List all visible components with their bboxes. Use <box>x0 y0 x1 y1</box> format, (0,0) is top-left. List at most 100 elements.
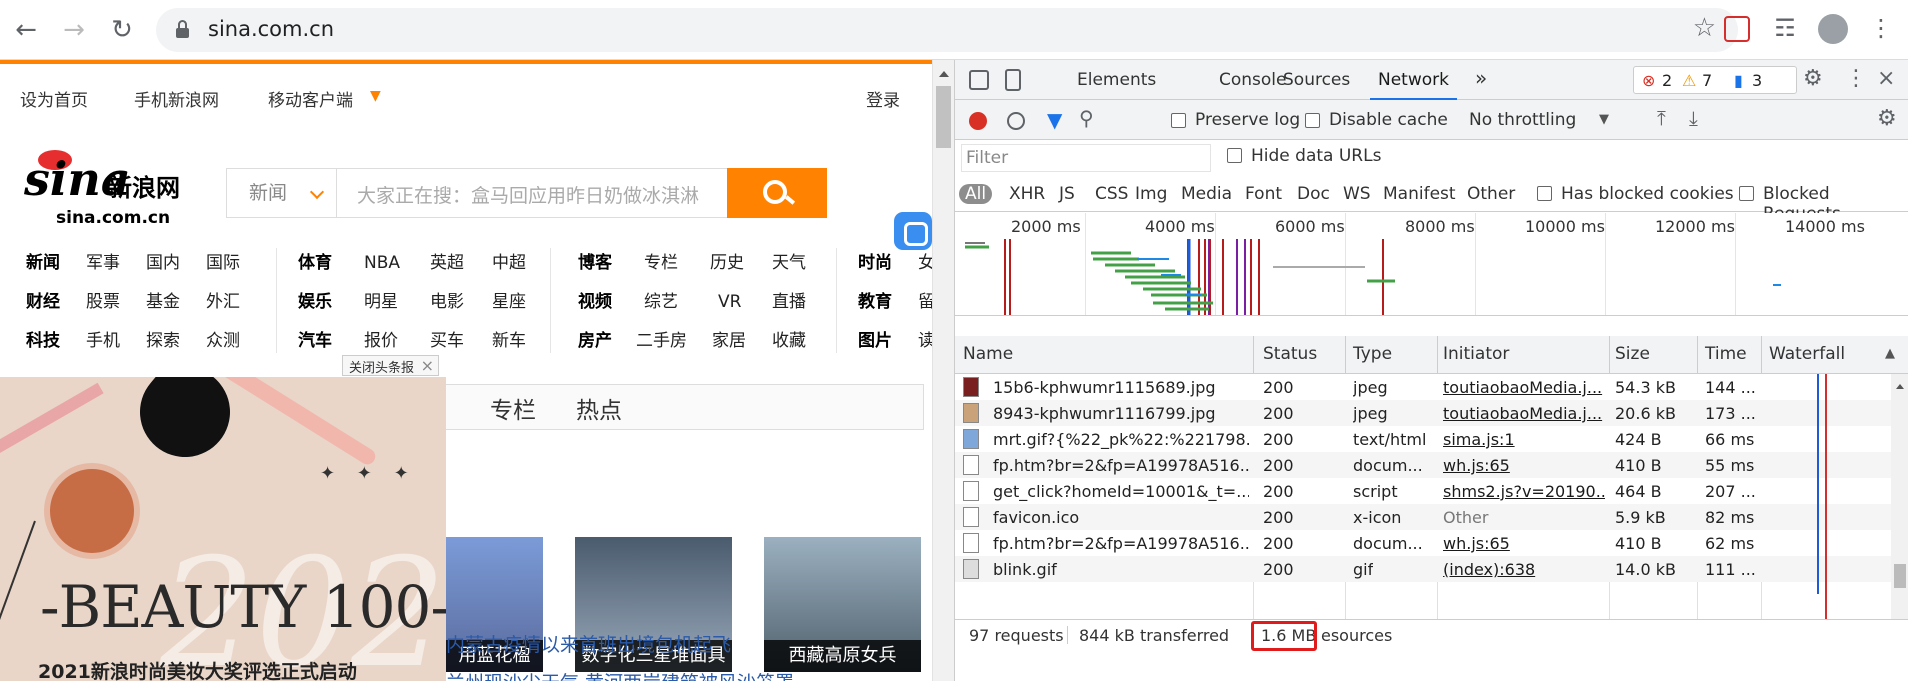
scrollbar-thumb[interactable] <box>1894 564 1906 588</box>
tab-elements[interactable]: Elements <box>1077 70 1156 90</box>
sina-logo[interactable]: sina 新浪网 sina.com.cn <box>24 150 196 232</box>
tab-console[interactable]: Console <box>1219 70 1287 90</box>
col-size[interactable]: Size <box>1615 344 1650 364</box>
network-overview[interactable]: 2000 ms 4000 ms 6000 ms 8000 ms 10000 ms… <box>955 213 1908 316</box>
import-har-icon[interactable]: ⤒ <box>1657 106 1666 130</box>
cat-link[interactable]: VR <box>718 283 741 322</box>
filter-type-css[interactable]: CSS <box>1095 184 1128 204</box>
cat-link[interactable]: 新闻 <box>26 244 60 283</box>
search-icon[interactable]: ⚲ <box>1079 106 1094 130</box>
cat-link[interactable]: 星座 <box>492 283 526 322</box>
cat-link[interactable]: 国际 <box>206 244 240 283</box>
filter-type-ws[interactable]: WS <box>1343 184 1371 204</box>
settings-gear-icon[interactable]: ⚙ <box>1803 66 1823 91</box>
hide-data-urls-checkbox[interactable] <box>1227 148 1242 163</box>
waterfall-column[interactable] <box>1761 374 1891 619</box>
page-scrollbar[interactable] <box>932 60 954 681</box>
close-icon[interactable]: × <box>1877 66 1895 91</box>
close-icon[interactable]: × <box>421 356 434 375</box>
cat-link[interactable]: 电影 <box>430 283 464 322</box>
cat-link[interactable]: 股票 <box>86 283 120 322</box>
cat-link[interactable]: 国内 <box>146 244 180 283</box>
cat-link[interactable]: 基金 <box>146 283 180 322</box>
cat-link[interactable]: 综艺 <box>644 283 678 322</box>
cat-link[interactable]: 房产 <box>578 322 612 361</box>
cat-link[interactable]: 娱乐 <box>298 283 332 322</box>
table-scrollbar[interactable] <box>1891 374 1908 619</box>
puzzle-icon[interactable]: ☶ <box>1770 14 1800 44</box>
col-waterfall[interactable]: Waterfall <box>1769 344 1845 364</box>
search-button[interactable] <box>727 168 827 218</box>
close-ad-button[interactable]: 关闭头条报 × <box>342 355 440 376</box>
filter-type-js[interactable]: JS <box>1059 184 1075 204</box>
cat-link[interactable]: 博客 <box>578 244 612 283</box>
cat-link[interactable]: 手机 <box>86 322 120 361</box>
search-category-select[interactable]: 新闻 <box>227 169 337 217</box>
scroll-up-icon[interactable] <box>939 66 949 77</box>
cat-link[interactable]: 军事 <box>86 244 120 283</box>
cat-link[interactable]: NBA <box>364 244 400 283</box>
clear-icon[interactable] <box>1007 112 1025 130</box>
more-tabs-icon[interactable]: » <box>1475 66 1487 90</box>
forward-icon[interactable]: → <box>56 12 92 48</box>
cat-link[interactable]: 探索 <box>146 322 180 361</box>
cat-link[interactable]: 众测 <box>206 322 240 361</box>
col-type[interactable]: Type <box>1353 344 1392 364</box>
blocked-cookies-checkbox[interactable] <box>1537 186 1552 201</box>
cat-link[interactable]: 家居 <box>712 322 746 361</box>
network-settings-icon[interactable]: ⚙ <box>1877 106 1897 131</box>
throttling-select[interactable]: No throttling <box>1469 110 1576 130</box>
news-link[interactable]: 内蒙古疫情以来首班出境包机起飞 <box>446 630 731 657</box>
menu-dots-icon[interactable]: ⋮ <box>1866 14 1896 44</box>
cat-link[interactable]: 明星 <box>364 283 398 322</box>
ad-banner[interactable]: ✦ ✦ ✦ 2021 -BEAUTY 100- 2021新浪时尚美妆大奖评选正式… <box>0 377 446 681</box>
record-icon[interactable] <box>969 112 987 130</box>
filter-type-doc[interactable]: Doc <box>1297 184 1330 204</box>
preserve-log-checkbox[interactable] <box>1171 113 1186 128</box>
back-icon[interactable]: ← <box>8 12 44 48</box>
cat-link[interactable]: 视频 <box>578 283 612 322</box>
avatar[interactable] <box>1818 14 1848 44</box>
cat-link[interactable]: 英超 <box>430 244 464 283</box>
col-name[interactable]: Name <box>963 344 1013 364</box>
issues-badge[interactable]: ⊗ 2 ⚠ 7 ▮ 3 <box>1633 66 1797 94</box>
cat-link[interactable]: 二手房 <box>636 322 687 361</box>
chevron-down-icon[interactable]: ▼ <box>1599 112 1609 127</box>
scrollbar-thumb[interactable] <box>936 86 951 148</box>
tab-network[interactable]: Network <box>1370 70 1457 100</box>
filter-type-all[interactable]: All <box>959 184 993 204</box>
cat-link[interactable]: 汽车 <box>298 322 332 361</box>
nav-mobile-client[interactable]: 移动客户端 <box>268 86 353 111</box>
cat-link[interactable]: 直播 <box>772 283 806 322</box>
cat-link[interactable]: 中超 <box>492 244 526 283</box>
nav-mobile-sina[interactable]: 手机新浪网 <box>134 86 219 111</box>
news-thumb[interactable]: 西藏高原女兵 <box>764 537 921 672</box>
cat-link[interactable]: 收藏 <box>772 322 806 361</box>
news-link[interactable]: 兰州现沙尘天气 黄河两岸建筑被风沙笼罩 <box>446 668 794 681</box>
filter-funnel-icon[interactable]: ▼ <box>1047 108 1062 132</box>
col-initiator[interactable]: Initiator <box>1443 344 1509 364</box>
cat-link[interactable]: 教育 <box>858 283 892 322</box>
col-time[interactable]: Time <box>1705 344 1747 364</box>
filter-type-other[interactable]: Other <box>1467 184 1515 204</box>
cat-link[interactable]: 新车 <box>492 322 526 361</box>
filter-type-xhr[interactable]: XHR <box>1009 184 1045 204</box>
filter-input[interactable]: Filter <box>961 144 1211 172</box>
cat-link[interactable]: 图片 <box>858 322 892 361</box>
tab-sources[interactable]: Sources <box>1283 70 1350 90</box>
cat-link[interactable]: 天气 <box>772 244 806 283</box>
bookmark-star-icon[interactable]: ☆ <box>1693 13 1716 43</box>
menu-dots-icon[interactable]: ⋮ <box>1845 66 1867 91</box>
cat-link[interactable]: 历史 <box>710 244 744 283</box>
nav-set-homepage[interactable]: 设为首页 <box>20 86 88 111</box>
address-bar[interactable]: sina.com.cn ☆ <box>156 8 1738 52</box>
device-toolbar-icon[interactable] <box>1005 69 1021 91</box>
cat-link[interactable]: 外汇 <box>206 283 240 322</box>
sort-up-icon[interactable]: ▲ <box>1885 346 1895 361</box>
disable-cache-checkbox[interactable] <box>1305 113 1320 128</box>
inspect-element-icon[interactable] <box>969 70 989 90</box>
blocked-requests-checkbox[interactable] <box>1739 186 1754 201</box>
filter-type-media[interactable]: Media <box>1181 184 1232 204</box>
cat-link[interactable]: 时尚 <box>858 244 892 283</box>
scroll-up-icon[interactable] <box>1896 380 1904 389</box>
